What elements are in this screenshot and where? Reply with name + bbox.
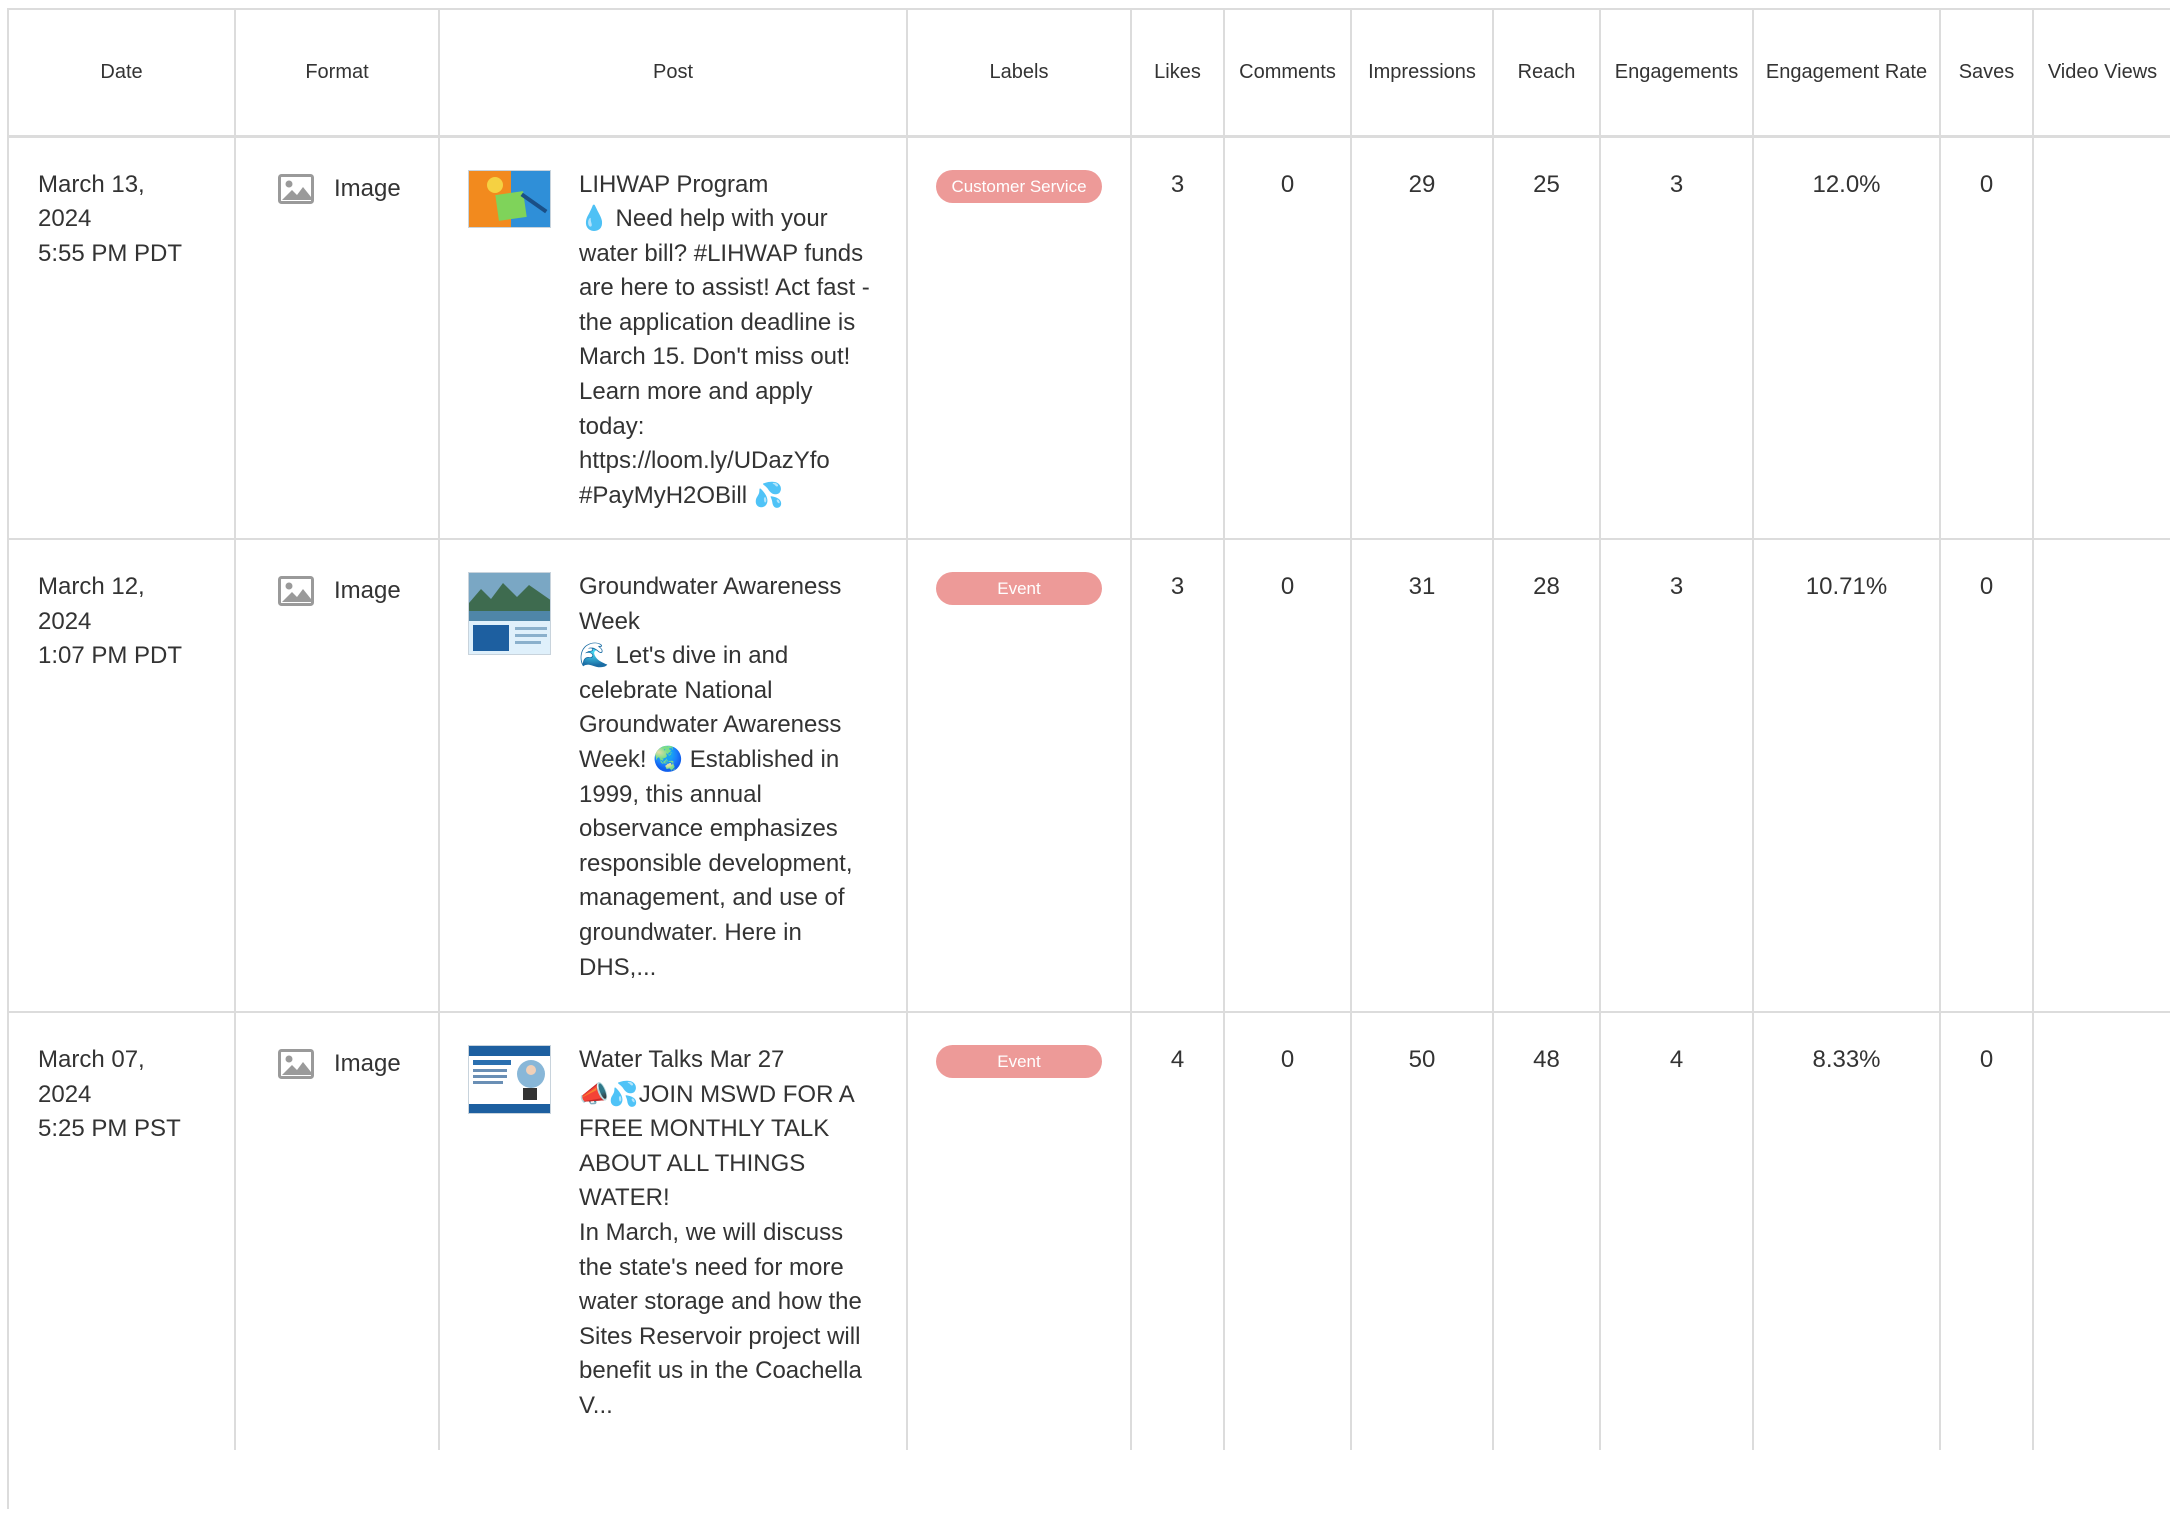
column-header-labels[interactable]: Labels bbox=[907, 10, 1132, 138]
post-date: March 13, 2024 5:55 PM PDT bbox=[38, 170, 183, 267]
engagement-rate-cell: 12.0% bbox=[1753, 136, 1941, 540]
likes-cell: 4 bbox=[1131, 1012, 1225, 1450]
analytics-table-frame: Date Format Post Labels Likes Comments I… bbox=[7, 8, 2170, 1519]
saves-cell: 0 bbox=[1940, 136, 2034, 540]
engagement-rate-cell: 8.33% bbox=[1753, 1012, 1941, 1450]
reach-cell: 48 bbox=[1493, 1012, 1601, 1450]
format-cell: Image bbox=[235, 136, 440, 540]
column-header-likes[interactable]: Likes bbox=[1131, 10, 1225, 138]
post-title[interactable]: Water Talks Mar 27 bbox=[579, 1043, 879, 1078]
column-header-post[interactable]: Post bbox=[439, 10, 908, 138]
post-cell: LIHWAP Program 💧 Need help with your wat… bbox=[439, 136, 908, 540]
table-row[interactable]: March 12, 2024 1:07 PM PDT Image Groundw… bbox=[9, 539, 2170, 1013]
column-header-impressions[interactable]: Impressions bbox=[1351, 10, 1494, 138]
post-cell: Water Talks Mar 27 📣💦JOIN MSWD FOR A FRE… bbox=[439, 1012, 908, 1450]
column-header-date[interactable]: Date bbox=[9, 10, 236, 138]
post-thumbnail[interactable] bbox=[468, 572, 551, 655]
comments-cell: 0 bbox=[1224, 136, 1352, 540]
engagement-rate-cell: 10.71% bbox=[1753, 539, 1941, 1013]
post-analytics-table: Date Format Post Labels Likes Comments I… bbox=[9, 10, 2170, 1450]
post-thumbnail[interactable] bbox=[468, 1045, 551, 1114]
image-icon bbox=[278, 576, 314, 607]
video-views-cell bbox=[2033, 136, 2170, 540]
likes-cell: 3 bbox=[1131, 539, 1225, 1013]
comments-cell: 0 bbox=[1224, 539, 1352, 1013]
comments-cell: 0 bbox=[1224, 1012, 1352, 1450]
post-title[interactable]: LIHWAP Program bbox=[579, 168, 879, 203]
reach-cell: 28 bbox=[1493, 539, 1601, 1013]
column-header-engagement-rate[interactable]: Engagement Rate bbox=[1753, 10, 1941, 138]
format-label: Image bbox=[334, 174, 401, 202]
labels-cell: Event bbox=[907, 539, 1132, 1013]
date-cell: March 07, 2024 5:25 PM PST bbox=[9, 1012, 236, 1450]
video-views-cell bbox=[2033, 539, 2170, 1013]
format-cell: Image bbox=[235, 1012, 440, 1450]
saves-cell: 0 bbox=[1940, 1012, 2034, 1450]
post-thumbnail[interactable] bbox=[468, 169, 551, 228]
date-cell: March 12, 2024 1:07 PM PDT bbox=[9, 539, 236, 1013]
post-date: March 12, 2024 1:07 PM PDT bbox=[38, 573, 183, 670]
format-label: Image bbox=[334, 577, 401, 604]
post-body: 📣💦JOIN MSWD FOR A FREE MONTHLY TALK ABOU… bbox=[579, 1080, 862, 1419]
saves-cell: 0 bbox=[1940, 539, 2034, 1013]
column-header-comments[interactable]: Comments bbox=[1224, 10, 1352, 138]
impressions-cell: 29 bbox=[1351, 136, 1494, 540]
engagements-cell: 3 bbox=[1600, 539, 1754, 1013]
engagements-cell: 3 bbox=[1600, 136, 1754, 540]
column-header-video-views[interactable]: Video Views bbox=[2033, 10, 2170, 138]
label-badge[interactable]: Event bbox=[936, 1045, 1102, 1078]
reach-cell: 25 bbox=[1493, 136, 1601, 540]
table-header-row: Date Format Post Labels Likes Comments I… bbox=[9, 10, 2170, 138]
impressions-cell: 31 bbox=[1351, 539, 1494, 1013]
column-header-format[interactable]: Format bbox=[235, 10, 440, 138]
likes-cell: 3 bbox=[1131, 136, 1225, 540]
labels-cell: Customer Service bbox=[907, 136, 1132, 540]
post-title[interactable]: Groundwater Awareness Week bbox=[579, 570, 879, 639]
labels-cell: Event bbox=[907, 1012, 1132, 1450]
post-cell: Groundwater Awareness Week 🌊 Let's dive … bbox=[439, 539, 908, 1013]
format-cell: Image bbox=[235, 539, 440, 1013]
post-date: March 07, 2024 5:25 PM PST bbox=[38, 1046, 181, 1143]
label-badge[interactable]: Event bbox=[936, 572, 1102, 605]
post-body: 🌊 Let's dive in and celebrate National G… bbox=[579, 642, 853, 981]
format-label: Image bbox=[334, 1050, 401, 1077]
column-header-engagements[interactable]: Engagements bbox=[1600, 10, 1754, 138]
impressions-cell: 50 bbox=[1351, 1012, 1494, 1450]
label-badge[interactable]: Customer Service bbox=[936, 169, 1102, 203]
video-views-cell bbox=[2033, 1012, 2170, 1450]
image-icon bbox=[278, 173, 314, 204]
engagements-cell: 4 bbox=[1600, 1012, 1754, 1450]
date-cell: March 13, 2024 5:55 PM PDT bbox=[9, 136, 236, 540]
image-icon bbox=[278, 1049, 314, 1080]
table-bottom-area bbox=[9, 1461, 2170, 1519]
column-header-reach[interactable]: Reach bbox=[1493, 10, 1601, 138]
post-body: 💧 Need help with your water bill? #LIHWA… bbox=[579, 205, 870, 509]
column-header-saves[interactable]: Saves bbox=[1940, 10, 2034, 138]
table-row[interactable]: March 07, 2024 5:25 PM PST Image Water T… bbox=[9, 1012, 2170, 1450]
table-row[interactable]: March 13, 2024 5:55 PM PDT Image LIHWAP … bbox=[9, 136, 2170, 540]
